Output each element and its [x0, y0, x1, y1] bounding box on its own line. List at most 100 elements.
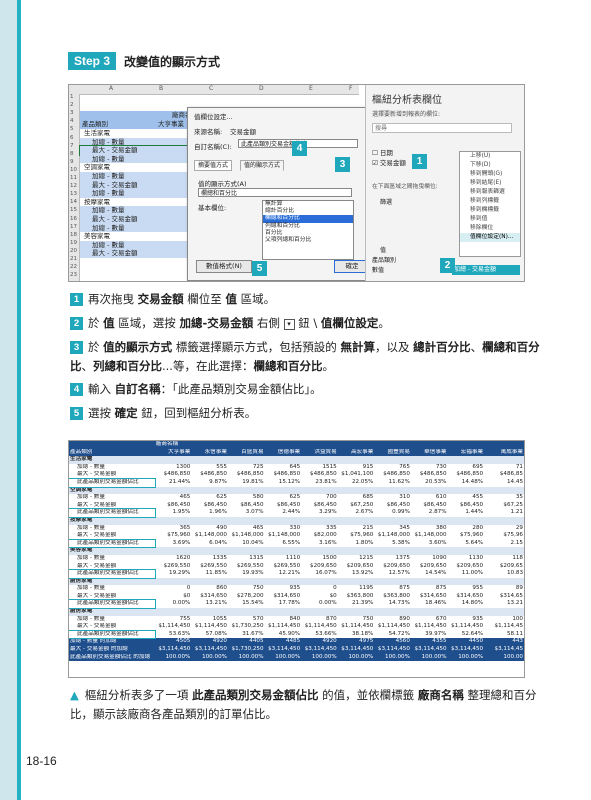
table-header-cell[interactable]: 國豐貿易: [374, 448, 411, 457]
table-cell: 12.21%: [278, 570, 301, 577]
table-header-cell[interactable]: 洪益貿易: [301, 448, 338, 457]
table-row: 此產品類別交易金額佔比 0.00% 13.21% 15.54% 17.78% 0.00% 2…: [69, 599, 524, 610]
area-item-category[interactable]: 產品類別: [372, 255, 396, 264]
column-header[interactable]: D: [259, 85, 264, 92]
table-header-cell[interactable]: 宏福事業: [447, 448, 485, 457]
table-header-cell[interactable]: 信德事業: [264, 448, 302, 457]
context-menu-item[interactable]: 移到結尾(E): [460, 179, 520, 188]
show-values-list[interactable]: 無計算 總計百分比 欄總和百分比 列總和百分比 百分比 父項列總和百分比: [262, 200, 354, 260]
table-cell: 118: [512, 554, 523, 561]
row-number[interactable]: 10: [70, 167, 77, 173]
show-values-option[interactable]: 父項列總和百分比: [263, 237, 353, 244]
table-cell: $209,650: [310, 562, 337, 569]
context-menu-item[interactable]: 值欄位設定(N)...: [460, 233, 520, 242]
row-number[interactable]: 14: [70, 199, 77, 205]
value-chip-sum-amount[interactable]: 加總 - 交易金額: [452, 265, 520, 275]
row-number[interactable]: 23: [70, 272, 77, 278]
row-number[interactable]: 7: [70, 143, 74, 149]
table-header-cell: 廠商名稱: [154, 441, 192, 449]
area-item-values[interactable]: 數值: [372, 265, 384, 274]
row-number[interactable]: 22: [70, 264, 77, 270]
table-cell: [154, 608, 192, 616]
column-header[interactable]: B: [159, 85, 163, 92]
instruction-text: ...等，在此選擇：: [162, 359, 254, 373]
tab-show-values[interactable]: 值的顯示方式: [240, 160, 285, 171]
row-number[interactable]: 12: [70, 183, 77, 189]
row-number[interactable]: 19: [70, 240, 77, 246]
instruction-5: 5 選按 確定 鈕，回到樞紐分析表。: [70, 404, 540, 423]
table-cell: 700: [326, 494, 337, 501]
row-number[interactable]: 2: [70, 102, 74, 108]
row-number[interactable]: 3: [70, 110, 74, 116]
table-header-cell[interactable]: 百盛貿易: [227, 448, 265, 457]
table-cell: $3,114,450: [374, 646, 411, 654]
table-cell: [264, 547, 302, 555]
row-number[interactable]: 5: [70, 126, 74, 132]
context-menu-item[interactable]: 移到列標籤: [460, 197, 520, 206]
context-menu-item[interactable]: 移到報表篩選: [460, 188, 520, 197]
column-header[interactable]: A: [109, 85, 113, 92]
caption-text: 樞紐分析表多了一項: [84, 688, 193, 702]
table-cell: $486,850: [273, 471, 301, 478]
table-row: 空調家電: [69, 486, 524, 495]
row-number[interactable]: 1: [70, 94, 74, 100]
column-header[interactable]: E: [309, 85, 313, 92]
table-header-cell[interactable]: 產品類別: [69, 448, 155, 457]
table-cell: 11.00%: [461, 570, 484, 577]
field-amount[interactable]: ☑ 交易金額: [372, 157, 406, 167]
table-header-cell[interactable]: 華信事業: [410, 448, 448, 457]
instruction-text: 再次拖曳: [88, 292, 138, 306]
row-number[interactable]: 9: [70, 159, 74, 165]
table-header-cell[interactable]: 永信事業: [191, 448, 228, 457]
row-number[interactable]: 13: [70, 191, 77, 197]
row-number[interactable]: 11: [70, 175, 77, 181]
table-cell: 1.21: [510, 509, 523, 516]
table-header-cell[interactable]: 高宏事業: [337, 448, 375, 457]
step-number-badge: 3: [70, 341, 83, 354]
show-values-select[interactable]: 欄總和百分比: [198, 188, 352, 197]
custom-name-label: 自訂名稱(C):: [194, 143, 232, 151]
column-header[interactable]: C: [209, 85, 213, 92]
table-cell: [337, 486, 375, 495]
pivot-search-input[interactable]: 搜尋: [372, 123, 512, 133]
table-cell: $1,148,000: [194, 532, 227, 539]
row-number[interactable]: 20: [70, 248, 77, 254]
context-menu-item[interactable]: 下移(D): [460, 161, 520, 170]
instruction-text: ：「此產品類別交易金額佔比」。: [160, 382, 322, 396]
context-menu-item[interactable]: 移到值: [460, 215, 520, 224]
row-number[interactable]: 6: [70, 135, 74, 141]
caption-text: 此產品類別交易金額佔比: [192, 688, 319, 702]
table-cell: 廚房家電: [69, 577, 155, 586]
table-cell: $1,114,450: [304, 623, 337, 630]
table-cell: 最大 - 交易金額 的加總: [69, 646, 155, 654]
table-header-cell[interactable]: 萬成事業: [484, 448, 524, 457]
table-cell: 21.44%: [169, 478, 191, 485]
row-number[interactable]: 16: [70, 216, 77, 222]
row-number[interactable]: 17: [70, 224, 77, 230]
row-number[interactable]: 8: [70, 151, 74, 157]
field-date[interactable]: ☐ 日期: [372, 147, 393, 157]
column-header[interactable]: F: [349, 85, 352, 92]
show-values-option[interactable]: 列總和百分比: [263, 223, 353, 230]
context-menu-item[interactable]: 移到開頭(G): [460, 170, 520, 179]
table-cell: $1,114,450: [451, 623, 484, 630]
number-format-button[interactable]: 數值格式(N): [196, 260, 252, 273]
show-values-option[interactable]: 欄總和百分比: [263, 215, 353, 223]
table-header-cell[interactable]: 大亨事業: [154, 448, 192, 457]
table-row: 廚房家電: [69, 577, 524, 586]
row-number[interactable]: 18: [70, 232, 77, 238]
instruction-text: ，以及: [374, 340, 414, 354]
row-number[interactable]: 4: [70, 118, 74, 124]
context-menu-item[interactable]: 移除欄位: [460, 224, 520, 233]
table-cell: 685: [362, 494, 374, 501]
tab-summarize[interactable]: 摘要值方式: [194, 160, 233, 171]
context-menu-item[interactable]: 移到欄標籤: [460, 206, 520, 215]
table-cell: 加總 - 數量: [77, 524, 105, 531]
step-number-badge: 1: [70, 293, 83, 306]
show-values-option[interactable]: 百分比: [263, 230, 353, 237]
context-menu-item[interactable]: 上移(U): [460, 152, 520, 161]
base-field-label: 基本欄位:: [198, 204, 227, 212]
row-number[interactable]: 21: [70, 256, 77, 262]
row-number[interactable]: 15: [70, 207, 77, 213]
table-cell: 875: [399, 585, 410, 592]
